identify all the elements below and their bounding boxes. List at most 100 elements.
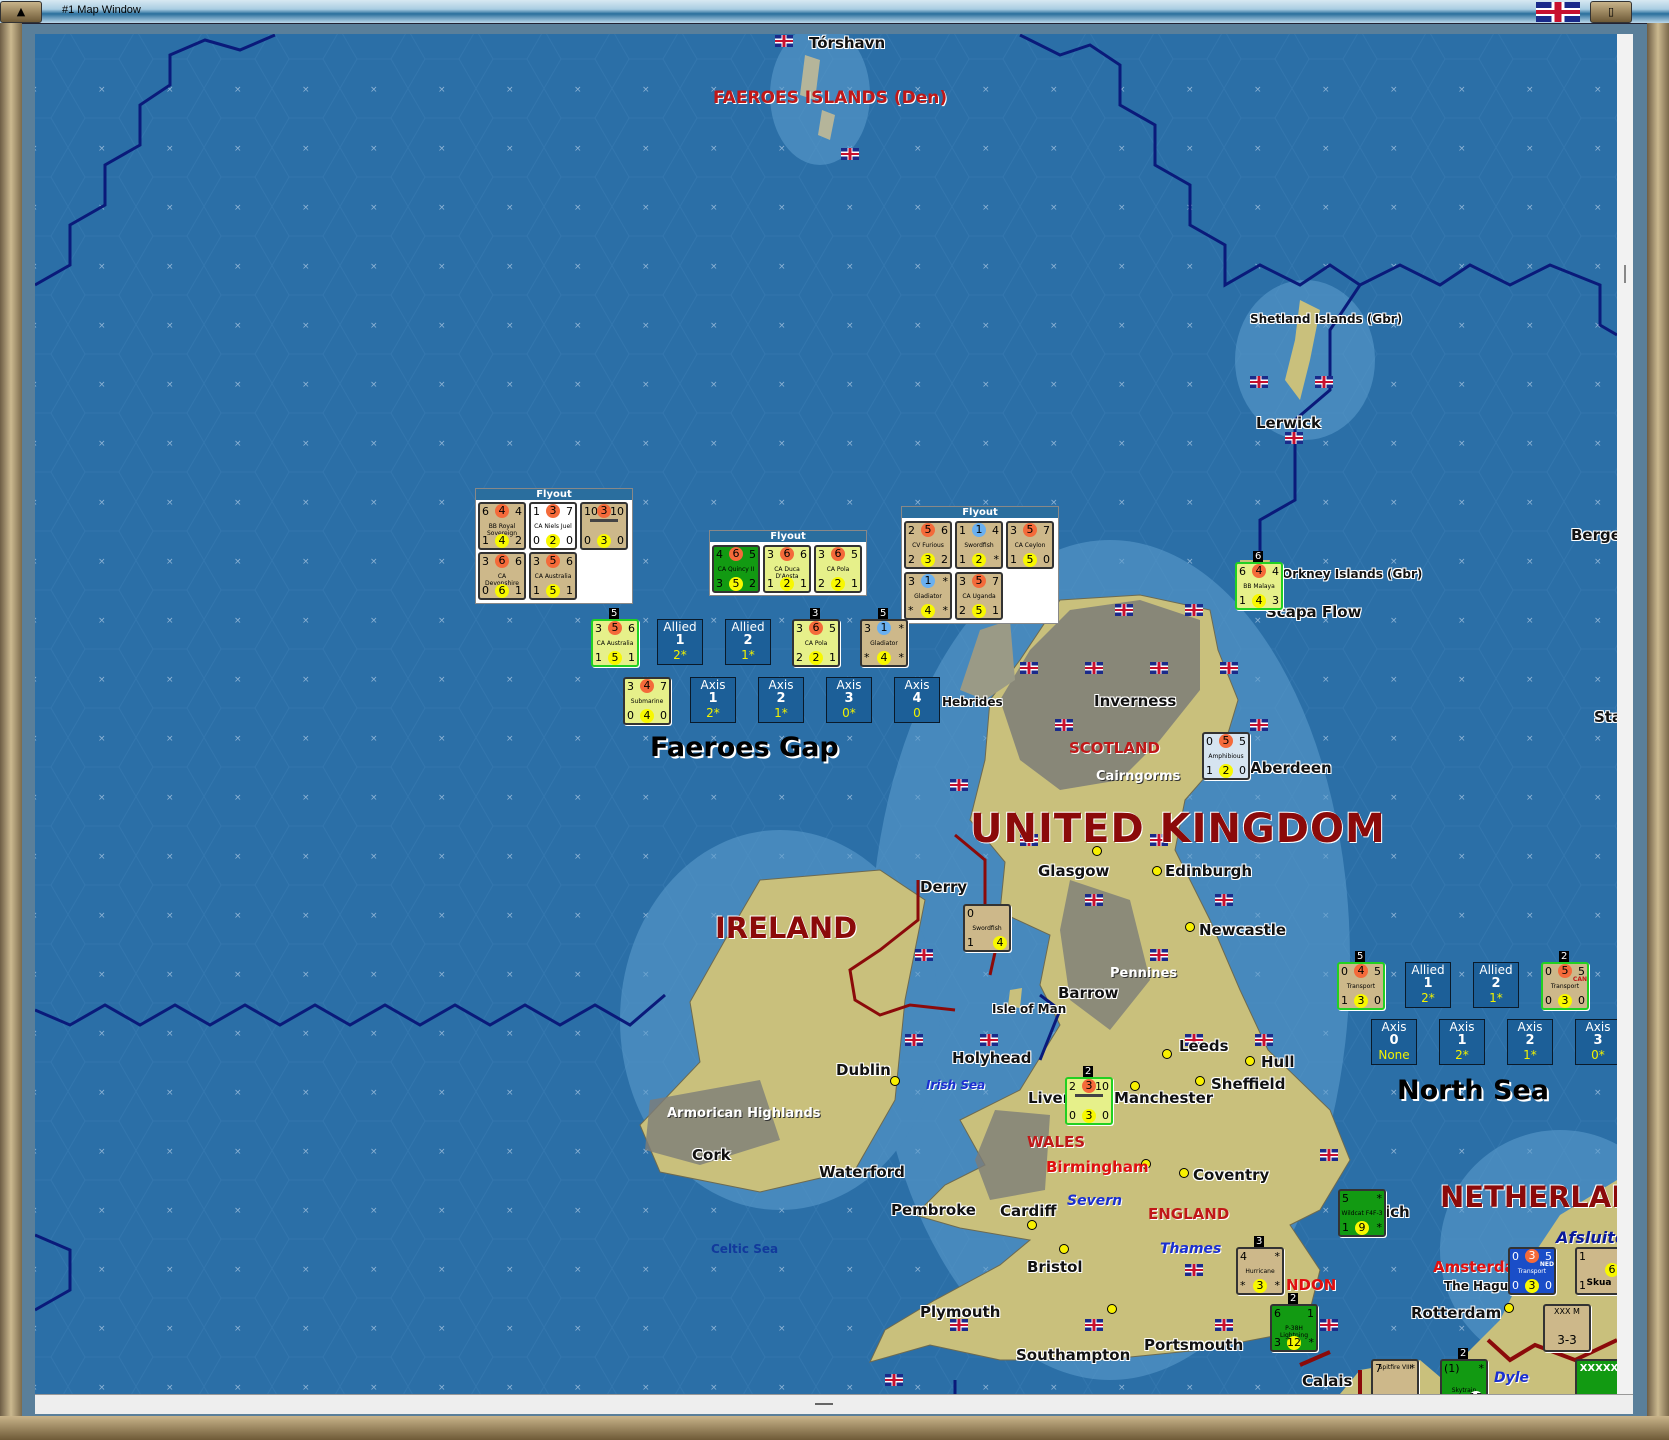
unit-counter[interactable]: 0 Swordfish 1 4: [963, 904, 1011, 952]
counter-stat: 3: [1010, 524, 1017, 537]
uk-flag-icon: [905, 1034, 923, 1046]
city-marker[interactable]: [890, 1076, 900, 1086]
allied-search-box[interactable]: Allied 2 1*: [1473, 962, 1519, 1008]
unit-counter[interactable]: 3 5 7 CA Ceylon 1 5 0: [1006, 521, 1054, 569]
allied-search-box[interactable]: Allied 2 1*: [725, 619, 771, 665]
uk-flag-icon: [1085, 894, 1103, 906]
counter-stat: 2: [1069, 1080, 1076, 1093]
axis-search-box[interactable]: Axis 1 2*: [1439, 1019, 1485, 1065]
label-netherlands: NETHERLAN: [1440, 1180, 1617, 1214]
counter-stat: 4: [495, 534, 509, 548]
window-frame-right: [1647, 23, 1669, 1440]
unit-counter[interactable]: 3 4 * Hurricane * 3 *: [1236, 1236, 1284, 1295]
label-barrow: Barrow: [1058, 984, 1119, 1002]
vertical-scroll-indicator[interactable]: [1624, 265, 1626, 283]
city-marker[interactable]: [1504, 1303, 1514, 1313]
stack-side: Axis: [700, 678, 726, 692]
counter-name: CA Niels Juel: [534, 523, 572, 530]
flyout-panel[interactable]: Flyout 2 5 6 CV Furious 2 3 2 1 1 4 Swordfish 1 2 * …: [901, 506, 1059, 624]
label-england: ENGLAND: [1148, 1205, 1230, 1223]
allied-search-box[interactable]: Allied 1 2*: [1405, 962, 1451, 1008]
unit-counter[interactable]: 2 5 6 CV Furious 2 3 2: [904, 521, 952, 569]
unit-counter[interactable]: 0 3 5 NED Transport 0 3 0: [1508, 1247, 1556, 1295]
unit-counter[interactable]: 4 6 5 CA Quincy II 3 5 2: [712, 545, 760, 593]
axis-search-box[interactable]: Axis 3 0*: [1575, 1019, 1617, 1065]
flyout-panel[interactable]: Flyout 644BB Royal Sovereign142 137CA Ni…: [475, 488, 633, 604]
city-marker[interactable]: [1027, 1220, 1037, 1230]
axis-search-box[interactable]: Axis 1 2*: [690, 677, 736, 723]
uk-flag-icon: [1315, 376, 1333, 388]
unit-counter[interactable]: 3 5 7 CA Uganda 2 5 1: [955, 572, 1003, 620]
unit-counter[interactable]: 0 5 5 Amphibious 1 2 0: [1202, 732, 1250, 780]
counter-stat: 5: [608, 651, 622, 665]
label-hebrides: Hebrides: [942, 695, 1003, 709]
unit-counter[interactable]: XXXXX: [1575, 1359, 1617, 1394]
unit-counter[interactable]: XXX M 3-3: [1543, 1304, 1591, 1352]
axis-search-box[interactable]: Axis 2 1*: [758, 677, 804, 723]
counter-stat: 1: [851, 577, 858, 590]
allied-search-box[interactable]: Allied 1 2*: [657, 619, 703, 665]
axis-search-box[interactable]: Axis 0 None: [1371, 1019, 1417, 1065]
counter-stat: 1: [595, 651, 602, 664]
city-marker[interactable]: [1059, 1244, 1069, 1254]
city-marker[interactable]: [1162, 1049, 1172, 1059]
unit-counter[interactable]: 5 * Wildcat F4F-3 1 9 *: [1338, 1189, 1386, 1237]
city-marker[interactable]: [1152, 866, 1162, 876]
unit-counter[interactable]: 5 3 1 * Gladiator * 4 *: [860, 608, 908, 667]
window-menu-button[interactable]: ▲: [0, 1, 42, 23]
city-marker[interactable]: [1195, 1076, 1205, 1086]
stack-value: 1*: [1489, 991, 1503, 1005]
resize-handle[interactable]: [815, 1403, 833, 1405]
city-marker[interactable]: [1179, 1168, 1189, 1178]
unit-counter[interactable]: 1 3 7 CA Niels Juel 0 2 0: [529, 502, 577, 550]
axis-search-box[interactable]: Axis 4 0: [894, 677, 940, 723]
unit-counter[interactable]: 644BB Royal Sovereign142: [478, 502, 526, 550]
unit-counter[interactable]: 1 Skua 1 6: [1575, 1247, 1617, 1295]
counter-stat: *: [864, 651, 870, 664]
city-marker[interactable]: [1185, 922, 1195, 932]
city-marker[interactable]: [1107, 1304, 1117, 1314]
unit-counter[interactable]: 1 1 4 Swordfish 1 2 *: [955, 521, 1003, 569]
window-maximize-button[interactable]: ▯: [1590, 1, 1632, 23]
unit-counter[interactable]: 366CA Duca D'Aosta121: [763, 545, 811, 593]
counter-stat: 1: [921, 574, 935, 588]
map-canvas[interactable]: ×: [35, 34, 1617, 1394]
counter-stat: 6: [628, 622, 635, 635]
counter-name: Transport: [1346, 983, 1376, 990]
stack-value: 2*: [706, 706, 720, 720]
stack-value: 0*: [1591, 1048, 1605, 1062]
label-newcastle: Newcastle: [1199, 921, 1287, 939]
nationality-tag: NED: [1539, 1261, 1554, 1268]
unit-counter[interactable]: 366CA Devonshire061: [478, 552, 526, 600]
label-dublin: Dublin: [836, 1061, 891, 1079]
unit-counter[interactable]: 3 6 5 CA Pola 2 2 1: [814, 545, 862, 593]
unit-counter[interactable]: 7 * Spitfire VIII: [1371, 1359, 1419, 1394]
unit-counter[interactable]: 2(1)*Skytrain15: [1440, 1348, 1488, 1394]
unit-counter[interactable]: 261P-38H Lightning312*: [1270, 1293, 1318, 1352]
counter-stat: 1: [628, 651, 635, 664]
unit-counter[interactable]: 3 5 6 CA Australia 1 5 1: [529, 552, 577, 600]
counter-stat: 3: [1274, 1336, 1281, 1349]
stack-level: 2: [743, 633, 753, 648]
counter-stat: 4: [1252, 564, 1266, 578]
label-severn: Severn: [1067, 1193, 1123, 1209]
unit-counter[interactable]: 3 1 * Gladiator * 4 *: [904, 572, 952, 620]
axis-search-box[interactable]: Axis 3 0*: [826, 677, 872, 723]
counter-stat: 2: [831, 577, 845, 591]
counter-stat: 0: [566, 534, 573, 547]
flyout-panel[interactable]: Flyout 465CA Quincy II352 366CA Duca D'A…: [709, 530, 867, 596]
counter-stat: 0: [660, 709, 667, 722]
axis-search-box[interactable]: Axis 2 1*: [1507, 1019, 1553, 1065]
unit-counter[interactable]: 10 3 10 0 3 0: [580, 502, 628, 550]
unit-counter[interactable]: 3 3 6 5 CA Pola 2 2 1: [792, 608, 840, 667]
city-marker[interactable]: [1245, 1056, 1255, 1066]
stack-side: Allied: [731, 620, 765, 634]
unit-counter[interactable]: 6 6 4 4 BB Malaya 1 4 3: [1235, 551, 1283, 610]
unit-counter[interactable]: 2 0 5 5 CAN Transport 0 3 0: [1541, 951, 1589, 1010]
unit-counter[interactable]: 2 2 3 10 0 3 0: [1065, 1066, 1113, 1125]
stack-level: 3: [844, 691, 854, 706]
unit-counter[interactable]: 5 0 4 5 Transport 1 3 0: [1337, 951, 1385, 1010]
unit-counter[interactable]: 5 3 5 6 CA Australia 1 5 1: [591, 608, 639, 667]
counter-stat: 0: [1578, 994, 1585, 1007]
unit-counter[interactable]: 3 4 7 Submarine 0 4 0: [623, 677, 671, 725]
